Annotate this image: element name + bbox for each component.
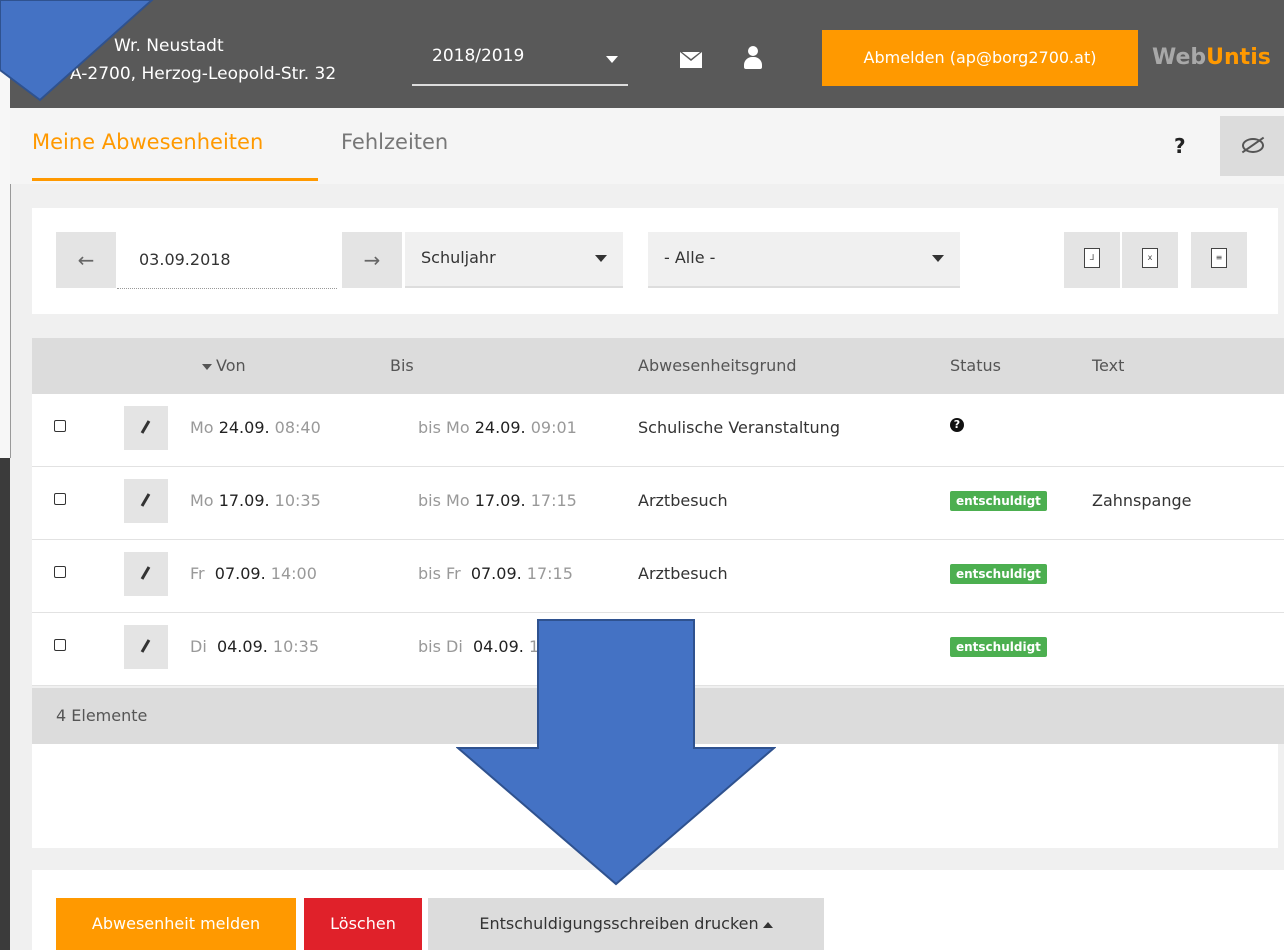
school-year-select[interactable]: 2018/2019 xyxy=(412,42,628,86)
to-cell: bis Di 04.09. 1 xyxy=(418,637,540,656)
class-select[interactable]: - Alle - xyxy=(648,232,960,288)
visibility-toggle-button[interactable] xyxy=(1220,116,1284,176)
chevron-down-icon xyxy=(606,56,618,63)
table-row: Mo 17.09. 10:35 bis Mo 17.09. 17:15 Arzt… xyxy=(32,467,1284,540)
chevron-down-icon xyxy=(595,255,607,262)
reason-cell: Arztbesuch xyxy=(638,564,728,583)
table-footer: 4 Elemente xyxy=(32,688,1284,744)
text-cell: Zahnspange xyxy=(1092,491,1192,510)
status-badge: entschuldigt xyxy=(950,637,1047,657)
from-cell: Fr 07.09. 14:00 xyxy=(190,564,317,583)
reason-cell: Arztbesuch xyxy=(638,491,728,510)
status-badge: entschuldigt xyxy=(950,564,1047,584)
from-cell: Di 04.09. 10:35 xyxy=(190,637,320,656)
edit-button[interactable] xyxy=(124,479,168,523)
school-year-value: 2018/2019 xyxy=(432,46,525,66)
table-row: Mo 24.09. 08:40 bis Mo 24.09. 09:01 Schu… xyxy=(32,394,1284,467)
chevron-down-icon xyxy=(932,255,944,262)
excel-file-icon: x xyxy=(1142,248,1158,268)
range-value: Schuljahr xyxy=(421,248,496,267)
pencil-icon xyxy=(140,639,151,653)
table-row: Di 04.09. 10:35 bis Di 04.09. 1 entschul… xyxy=(32,613,1284,686)
webuntis-logo: WebUntis xyxy=(1152,45,1271,70)
pencil-icon xyxy=(140,566,151,580)
column-status[interactable]: Status xyxy=(950,356,1001,375)
column-bis[interactable]: Bis xyxy=(390,356,414,375)
edit-button[interactable] xyxy=(124,552,168,596)
to-cell: bis Fr 07.09. 17:15 xyxy=(418,564,573,583)
arrow-right-icon: → xyxy=(363,248,381,272)
school-name: Wr. Neustadt xyxy=(114,36,224,56)
date-input[interactable]: 03.09.2018 xyxy=(117,232,337,289)
report-absence-button[interactable]: Abwesenheit melden xyxy=(56,898,296,950)
to-cell: bis Mo 24.09. 09:01 xyxy=(418,418,577,437)
export-csv-button[interactable]: ≡ xyxy=(1191,232,1247,288)
pencil-icon xyxy=(140,420,151,434)
row-checkbox[interactable] xyxy=(54,639,66,651)
column-text[interactable]: Text xyxy=(1092,356,1124,375)
logout-button[interactable]: Abmelden (ap@borg2700.at) xyxy=(822,30,1138,86)
from-cell: Mo 17.09. 10:35 xyxy=(190,491,321,510)
status-badge: entschuldigt xyxy=(950,491,1047,511)
row-checkbox[interactable] xyxy=(54,566,66,578)
table-empty-area xyxy=(32,744,1278,848)
edit-button[interactable] xyxy=(124,625,168,669)
tab-bar: Meine Abwesenheiten Fehlzeiten ? xyxy=(10,108,1284,184)
pdf-file-icon: ⅃ xyxy=(1084,248,1100,268)
tab-meine-abwesenheiten[interactable]: Meine Abwesenheiten xyxy=(32,130,263,154)
active-tab-indicator xyxy=(32,178,318,181)
action-bar: Abwesenheit melden Löschen Entschuldigun… xyxy=(32,870,1284,950)
reason-cell: Schulische Veranstaltung xyxy=(638,418,840,437)
row-checkbox[interactable] xyxy=(54,493,66,505)
to-cell: bis Mo 17.09. 17:15 xyxy=(418,491,577,510)
row-checkbox[interactable] xyxy=(54,420,66,432)
tab-fehlzeiten[interactable]: Fehlzeiten xyxy=(341,130,448,154)
edit-button[interactable] xyxy=(124,406,168,450)
item-count: 4 Elemente xyxy=(56,706,148,725)
class-value: - Alle - xyxy=(664,248,716,267)
column-von[interactable]: Von xyxy=(202,356,246,375)
app-header: Wr. Neustadt A-2700, Herzog-Leopold-Str.… xyxy=(10,0,1284,108)
mail-icon[interactable] xyxy=(680,52,702,68)
csv-file-icon: ≡ xyxy=(1211,248,1227,268)
from-cell: Mo 24.09. 08:40 xyxy=(190,418,321,437)
column-abwesenheitsgrund[interactable]: Abwesenheitsgrund xyxy=(638,356,797,375)
eye-slash-icon xyxy=(1242,138,1264,153)
date-value: 03.09.2018 xyxy=(139,250,231,269)
user-icon[interactable] xyxy=(743,46,763,70)
filter-panel: ← 03.09.2018 → Schuljahr - Alle - ⅃ x ≡ xyxy=(32,208,1278,314)
previous-date-button[interactable]: ← xyxy=(56,232,116,288)
help-icon[interactable]: ? xyxy=(1174,134,1186,158)
question-circle-icon: ? xyxy=(950,418,964,432)
arrow-left-icon: ← xyxy=(77,248,95,272)
export-pdf-button[interactable]: ⅃ xyxy=(1064,232,1120,288)
pencil-icon xyxy=(140,493,151,507)
table-header: Von Bis Abwesenheitsgrund Status Text xyxy=(32,338,1284,394)
range-select[interactable]: Schuljahr xyxy=(405,232,623,288)
delete-button[interactable]: Löschen xyxy=(304,898,422,950)
table-row: Fr 07.09. 14:00 bis Fr 07.09. 17:15 Arzt… xyxy=(32,540,1284,613)
next-date-button[interactable]: → xyxy=(342,232,402,288)
print-excuse-letter-button[interactable]: Entschuldigungsschreiben drucken xyxy=(428,898,824,950)
export-excel-button[interactable]: x xyxy=(1122,232,1178,288)
caret-up-icon xyxy=(762,921,773,928)
school-address: A-2700, Herzog-Leopold-Str. 32 xyxy=(70,64,337,84)
sort-down-icon xyxy=(202,363,212,370)
